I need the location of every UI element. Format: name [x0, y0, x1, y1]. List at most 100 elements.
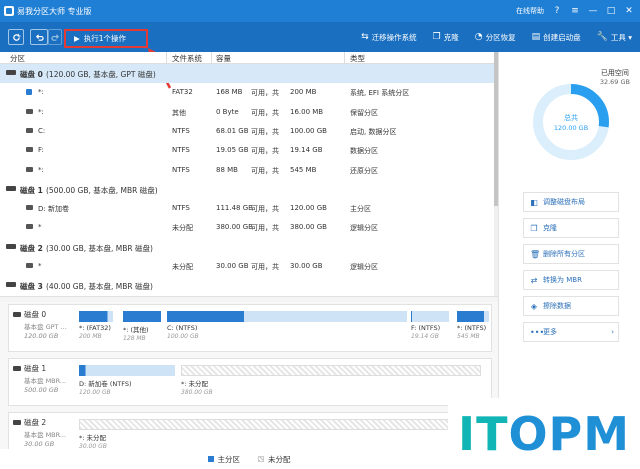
column-separator[interactable]: [344, 52, 345, 64]
partition-recovery-button[interactable]: ◔ 分区恢复: [475, 32, 516, 43]
column-separator[interactable]: [211, 52, 212, 64]
partition-icon: [26, 166, 33, 172]
partition-block[interactable]: *: 未分配 30.00 GB: [79, 419, 483, 449]
menu-icon[interactable]: ≡: [570, 6, 580, 16]
partition-filesystem: NTFS: [172, 165, 190, 174]
action-wipe[interactable]: ◈ 擦除数据: [523, 296, 619, 316]
partition-table: 磁盘 0 (120.00 GB, 基本盘, GPT 磁盘) *: FAT32 168 M…: [0, 64, 494, 296]
partition-block[interactable]: *: 未分配 380.00 GB: [181, 365, 481, 396]
column-filesystem[interactable]: 文件系统: [172, 53, 202, 64]
disk-actions: ◧ 调整磁盘布局 ❐ 克隆 🗑 删除所有分区 ⇄ 转换为 MBR ◈ 擦除数据 ••• 更多 ›: [523, 192, 619, 348]
partition-row[interactable]: *: 其他 0 Byte 可用，共 16.00 MB 保留分区: [0, 103, 494, 122]
partition-free: 19.05 GB: [216, 146, 249, 155]
partition-usage-bar: [79, 365, 175, 376]
disk-detail: (30.00 GB, 基本盘, MBR 磁盘): [46, 243, 153, 253]
disk-name: 磁盘 1: [20, 185, 43, 195]
partition-block[interactable]: *: (其他) 128 MB: [123, 311, 161, 342]
partition-row[interactable]: * 未分配 30.00 GB 可用，共 30.00 GB 逻辑分区: [0, 257, 494, 276]
partition-usage-bar: [411, 311, 449, 322]
minimize-button[interactable]: —: [588, 6, 598, 16]
partition-recovery-label: 分区恢复: [485, 32, 516, 42]
action-delete-all[interactable]: 🗑 删除所有分区: [523, 244, 619, 264]
disk-map-card[interactable]: 磁盘 0 基本盘 GPT ... 120.00 GB *: (FAT32) 200 MB…: [8, 304, 492, 352]
partition-block-size: 200 MB: [79, 333, 102, 340]
more-icon: •••: [530, 327, 545, 337]
partition-block[interactable]: *: (NTFS) 545 MB: [457, 311, 489, 340]
disk-icon: [6, 70, 16, 75]
action-clone[interactable]: ❐ 克隆: [523, 218, 619, 238]
adjust-layout-icon: ◧: [530, 197, 538, 207]
wipe-icon: ◈: [530, 301, 538, 311]
partition-filesystem: NTFS: [172, 126, 190, 135]
disk-row[interactable]: 磁盘 0 (120.00 GB, 基本盘, GPT 磁盘): [0, 64, 494, 83]
close-button[interactable]: ✕: [624, 6, 634, 16]
partition-usage-bar: [79, 419, 483, 430]
partition-free-label: 可用，共: [251, 205, 279, 214]
disk-row[interactable]: 磁盘 3 (40.00 GB, 基本盘, MBR 磁盘): [0, 276, 494, 295]
disk-map-type: 基本盘 MBR...: [24, 431, 67, 439]
disk-detail: (120.00 GB, 基本盘, GPT 磁盘): [46, 70, 156, 79]
maximize-button[interactable]: □: [606, 6, 616, 16]
clone-icon: ❐: [530, 223, 538, 233]
partition-row[interactable]: * 未分配 380.00 GB 可用，共 380.00 GB 逻辑分区: [0, 218, 494, 237]
partition-block[interactable]: *: (FAT32) 200 MB: [79, 311, 113, 340]
disk-map-card[interactable]: 磁盘 1 基本盘 MBR... 500.00 GB D: 新加卷 (NTFS) 120.…: [8, 358, 492, 406]
partition-table-header: 分区 文件系统 容量 类型: [0, 52, 496, 64]
partition-block[interactable]: F: (NTFS) 19.14 GB: [411, 311, 449, 340]
primary-swatch: [207, 456, 214, 462]
action-adjust-layout[interactable]: ◧ 调整磁盘布局: [523, 192, 619, 212]
disk-map-type: 基本盘 MBR...: [24, 377, 67, 385]
partition-block[interactable]: C: (NTFS) 100.00 GB: [167, 311, 407, 340]
clone-icon: ❐: [432, 32, 441, 42]
disk-row[interactable]: 磁盘 1 (500.00 GB, 基本盘, MBR 磁盘): [0, 180, 494, 199]
legend-item-unallocated: 未分配: [258, 454, 291, 465]
help-icon[interactable]: ?: [552, 6, 562, 16]
partition-usage-bar: [79, 311, 113, 322]
column-type[interactable]: 类型: [350, 53, 365, 64]
partition-total: 380.00 GB: [290, 223, 327, 232]
disk-icon: [6, 243, 16, 249]
disk-detail: (40.00 GB, 基本盘, MBR 磁盘): [46, 282, 153, 292]
migrate-os-label: 迁移操作系统: [371, 32, 417, 42]
online-help-link[interactable]: 在线帮助: [516, 6, 544, 16]
partition-icon: [26, 147, 33, 153]
disk-row[interactable]: 磁盘 2 (30.00 GB, 基本盘, MBR 磁盘): [0, 238, 494, 257]
partition-type: 启动, 数据分区: [350, 127, 397, 136]
create-boot-disk-button[interactable]: ▤ 创建启动盘: [532, 32, 581, 43]
disk-map-card[interactable]: 磁盘 2 基本盘 MBR... 30.00 GB *: 未分配 30.00 GB: [8, 412, 492, 449]
execute-label: 执行1个操作: [83, 34, 127, 43]
partition-name: C:: [38, 126, 46, 135]
action-more[interactable]: ••• 更多 ›: [523, 322, 619, 342]
partition-block-label: D: 新加卷 (NTFS): [79, 380, 132, 388]
column-separator[interactable]: [166, 52, 167, 64]
partition-block-label: *: 未分配: [181, 380, 209, 388]
undo-button[interactable]: [30, 29, 48, 45]
partition-row[interactable]: *: FAT32 168 MB 可用，共 200 MB 系统, EFI 系统分区: [0, 83, 494, 102]
title-bar: 易我分区大师 专业版 在线帮助 ? ≡ — □ ✕: [0, 0, 640, 22]
partition-row[interactable]: C: NTFS 68.01 GB 可用，共 100.00 GB 启动, 数据分区: [0, 122, 494, 141]
tools-menu-button[interactable]: 🔧 工具 ▾: [597, 32, 632, 43]
unallocated-swatch: [258, 456, 264, 462]
clone-toolbar-button[interactable]: ❐ 克隆: [433, 32, 459, 43]
disk-detail: (500.00 GB, 基本盘, MBR 磁盘): [46, 185, 158, 195]
column-capacity[interactable]: 容量: [216, 53, 231, 64]
partition-block[interactable]: D: 新加卷 (NTFS) 120.00 GB: [79, 365, 175, 396]
partition-row[interactable]: F: NTFS 19.05 GB 可用，共 19.14 GB 数据分区: [0, 141, 494, 160]
partition-type: 逻辑分区: [350, 224, 378, 233]
partition-row[interactable]: *: NTFS 88 MB 可用，共 545 MB 还原分区: [0, 161, 494, 180]
action-convert[interactable]: ⇄ 转换为 MBR: [523, 270, 619, 290]
redo-button[interactable]: [48, 29, 62, 45]
execute-operations-button[interactable]: ▶ 执行1个操作: [64, 29, 148, 48]
partition-block-size: 19.14 GB: [411, 333, 439, 340]
refresh-button[interactable]: [8, 29, 24, 45]
partition-type: 主分区: [350, 205, 371, 214]
column-partition[interactable]: 分区: [10, 53, 25, 64]
partition-icon: [26, 127, 33, 133]
partition-type: 保留分区: [350, 108, 378, 117]
partition-row[interactable]: D: 新加卷 NTFS 111.48 GB 可用，共 120.00 GB 主分区: [0, 199, 494, 218]
migrate-os-button[interactable]: ⇆ 迁移操作系统: [361, 32, 417, 43]
legend-item-primary: 主分区: [207, 454, 240, 465]
boot-disk-icon: ▤: [531, 32, 541, 42]
partition-free: 68.01 GB: [216, 126, 249, 135]
partition-type: 逻辑分区: [350, 263, 378, 271]
